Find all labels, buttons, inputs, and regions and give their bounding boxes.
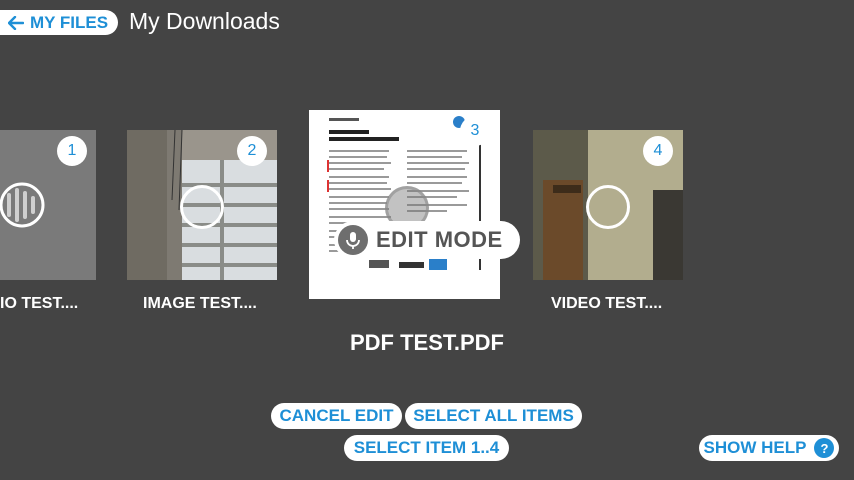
item-caption: VIDEO TEST....	[551, 295, 663, 312]
question-mark-icon: ?	[814, 438, 835, 458]
edit-mode-indicator: EDIT MODE	[334, 221, 520, 259]
select-item-button[interactable]: SELECT ITEM 1..4	[344, 435, 509, 461]
file-item-pdf[interactable]: 3	[309, 110, 500, 299]
file-item-video[interactable]: 4	[533, 130, 683, 280]
header-bar: MY FILES My Downloads	[0, 0, 854, 44]
selected-file-name: PDF TEST.PDF	[349, 330, 504, 355]
microphone-icon	[338, 225, 368, 255]
arrow-left-icon	[8, 15, 24, 30]
select-circle-icon[interactable]	[180, 185, 224, 229]
item-number-badge: 1	[57, 136, 87, 166]
item-number-badge: 4	[643, 136, 673, 166]
item-caption: IMAGE TEST....	[143, 295, 257, 312]
file-item-audio[interactable]: 1	[0, 130, 96, 280]
edit-mode-label: EDIT MODE	[376, 227, 503, 252]
show-help-label: SHOW HELP	[703, 438, 807, 457]
select-all-items-button[interactable]: SELECT ALL ITEMS	[405, 403, 582, 429]
show-help-button[interactable]: SHOW HELP ?	[699, 435, 839, 461]
page-title: My Downloads	[129, 8, 280, 34]
item-caption: IO TEST....	[0, 295, 79, 312]
item-number-badge: 2	[237, 136, 267, 166]
my-files-back-button[interactable]: MY FILES	[0, 10, 119, 35]
cancel-edit-button[interactable]: CANCEL EDIT	[271, 403, 402, 429]
item-number-badge: 3	[460, 116, 490, 146]
select-circle-icon[interactable]	[586, 185, 630, 229]
file-item-image[interactable]: 2	[127, 130, 277, 280]
back-button-label: MY FILES	[30, 12, 109, 32]
